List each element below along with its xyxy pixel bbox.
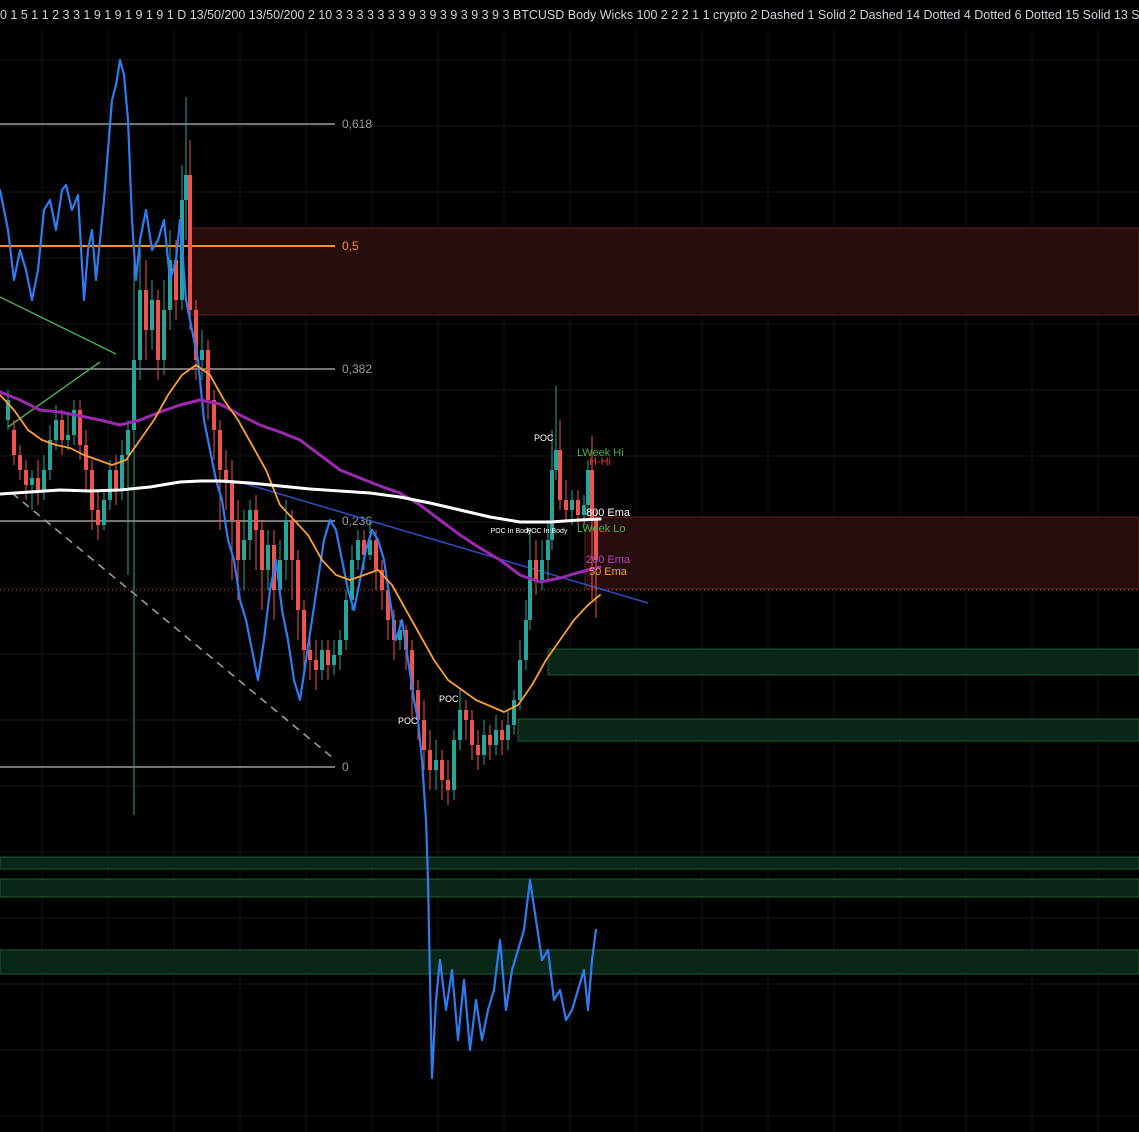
support-zone [0, 949, 1139, 975]
candle-down [224, 470, 228, 480]
support-zone [517, 718, 1139, 742]
marker-label: POC [534, 433, 554, 443]
candle-down [308, 650, 312, 660]
price-chart[interactable]: 0,6180,50,3820,2360 POCPOCPOCPOC In Body… [0, 0, 1139, 1132]
candle-down [500, 730, 504, 740]
candle-down [236, 520, 240, 560]
candle-up [344, 600, 348, 640]
candle-up [524, 620, 528, 660]
candle-up [48, 440, 52, 470]
candle-up [434, 760, 438, 770]
candle-up [356, 540, 360, 560]
marker-label: POC [398, 716, 418, 726]
candle-down [18, 455, 22, 470]
candle-down [476, 745, 480, 755]
candle-up [132, 360, 136, 430]
candle-up [284, 520, 288, 560]
candle-down [230, 480, 234, 520]
trend-line [0, 296, 117, 355]
candle-down [446, 780, 450, 790]
candle-down [12, 430, 16, 455]
candle-down [84, 445, 88, 470]
marker-label: LWeek Lo [577, 523, 626, 535]
candle-up [452, 740, 456, 790]
support-zone [0, 878, 1139, 898]
candle-up [184, 175, 188, 200]
candle-down [470, 720, 474, 745]
candle-up [494, 730, 498, 745]
candle-down [188, 175, 192, 310]
candle-down [464, 710, 468, 720]
candle-down [60, 420, 64, 440]
candle-down [576, 500, 580, 515]
candle-up [138, 290, 142, 360]
candle-down [422, 720, 426, 750]
candle-up [42, 470, 46, 490]
candle-down [144, 290, 148, 330]
fib-level-label: 0,618 [342, 117, 372, 131]
candle-down [36, 478, 40, 490]
candle-up [54, 420, 58, 440]
candle-down [260, 530, 264, 570]
candle-up [108, 470, 112, 500]
fib-level-label: 0,5 [342, 239, 359, 253]
candle-down [24, 470, 28, 485]
candle-up [528, 560, 532, 620]
candle-down [314, 660, 318, 670]
candle-up [248, 510, 252, 540]
candle-down [374, 540, 378, 570]
candle-down [302, 610, 306, 650]
candle-down [564, 500, 568, 510]
candle-down [428, 750, 432, 770]
candle-down [488, 735, 492, 745]
candle-up [554, 450, 558, 470]
candle-down [218, 430, 222, 470]
fib-level-label: 0,382 [342, 362, 372, 376]
marker-label: 50 Ema [589, 566, 628, 578]
candle-up [540, 560, 544, 580]
candle-up [570, 500, 574, 510]
candle-down [156, 300, 160, 360]
candle-up [458, 710, 462, 740]
candle-up [320, 650, 324, 670]
candle-up [30, 478, 34, 485]
candle-up [482, 735, 486, 755]
marker-label: 200 Ema [586, 554, 631, 566]
candle-up [150, 300, 154, 330]
candle-up [266, 545, 270, 570]
resistance-zone [189, 227, 1139, 316]
candle-up [126, 430, 130, 455]
candle-down [558, 450, 562, 500]
resistance-zone [584, 516, 1139, 590]
candle-down [96, 510, 100, 525]
candle-down [534, 560, 538, 580]
candle-up [506, 725, 510, 740]
candle-up [200, 350, 204, 360]
marker-label: H-Hi [589, 456, 611, 468]
candle-up [546, 540, 550, 560]
candle-down [326, 650, 330, 665]
candle-up [162, 310, 166, 360]
candle-up [512, 700, 516, 725]
candle-up [66, 435, 70, 440]
candle-down [440, 760, 444, 780]
marker-label: POC [439, 694, 459, 704]
fib-level-label: 0 [342, 760, 349, 774]
marker-label: POC In Body [527, 528, 568, 535]
candle-up [332, 655, 336, 665]
candle-up [586, 470, 590, 505]
support-zone [0, 856, 1139, 870]
candle-up [242, 540, 246, 560]
support-zone [547, 648, 1139, 676]
marker-label: 800 Ema [586, 507, 631, 519]
candle-up [338, 640, 342, 655]
candle-down [296, 560, 300, 610]
candle-down [114, 470, 118, 490]
candle-down [254, 510, 258, 530]
candle-up [518, 660, 522, 700]
candle-up [102, 500, 106, 525]
candle-down [290, 520, 294, 560]
